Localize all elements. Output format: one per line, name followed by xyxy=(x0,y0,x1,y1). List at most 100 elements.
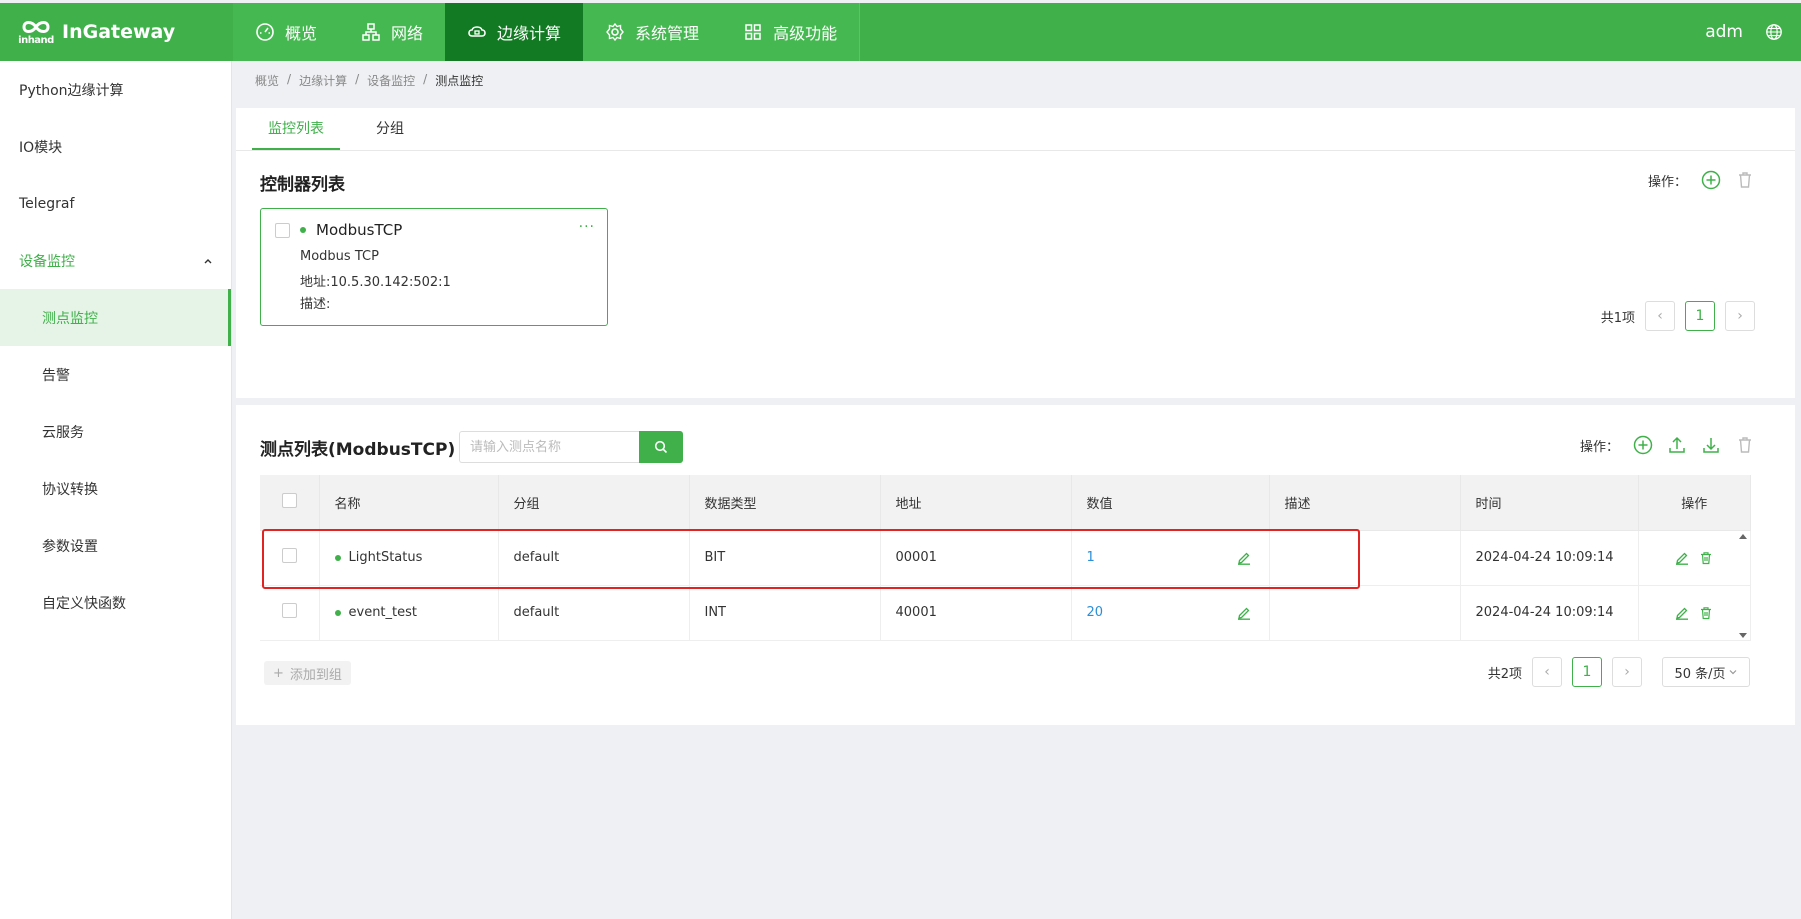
user-menu[interactable]: adm xyxy=(1705,22,1743,42)
sidebar-item-python[interactable]: Python边缘计算 xyxy=(0,61,231,118)
select-all-cell xyxy=(260,475,320,531)
logo-brand: inhand xyxy=(18,35,54,46)
sidebar-item-protocol[interactable]: 协议转换 xyxy=(0,460,231,517)
edit-icon[interactable] xyxy=(1675,606,1689,620)
nav-system-label: 系统管理 xyxy=(635,24,700,43)
tab-group[interactable]: 分组 xyxy=(360,108,420,150)
select-all-checkbox[interactable] xyxy=(281,492,297,508)
col-value: 数值 xyxy=(1071,475,1270,531)
pager-prev-button[interactable]: ‹ xyxy=(1532,657,1562,687)
nav-advanced[interactable]: 高级功能 xyxy=(721,3,859,61)
controller-protocol: Modbus TCP xyxy=(300,249,379,264)
col-name: 名称 xyxy=(319,475,499,531)
points-ops: 操作： xyxy=(1580,435,1755,455)
pager-next-button[interactable]: › xyxy=(1725,301,1755,331)
cell-desc xyxy=(1269,585,1461,641)
nav-network-label: 网络 xyxy=(391,24,424,43)
cell-type: BIT xyxy=(689,530,881,586)
nav-overview-label: 概览 xyxy=(285,24,318,43)
points-title: 测点列表(ModbusTCP) xyxy=(260,440,456,460)
download-icon[interactable] xyxy=(1701,435,1721,455)
delete-icon[interactable] xyxy=(1699,551,1713,565)
add-point-icon[interactable] xyxy=(1633,435,1653,455)
edit-value-icon[interactable] xyxy=(1237,551,1251,565)
cell-address: 00001 xyxy=(880,530,1072,586)
row-select-cell xyxy=(260,585,320,641)
delete-point-icon[interactable] xyxy=(1735,435,1755,455)
row-checkbox[interactable] xyxy=(281,548,297,563)
sidebar-item-quick-func[interactable]: 自定义快函数 xyxy=(0,574,231,631)
logo[interactable]: inhand InGateway xyxy=(0,3,233,61)
upload-icon[interactable] xyxy=(1667,435,1687,455)
nav-system[interactable]: 系统管理 xyxy=(583,3,721,61)
nav-edge-computing[interactable]: 边缘计算 xyxy=(445,3,584,61)
pager-next-button[interactable]: › xyxy=(1612,657,1642,687)
pager-total: 共2项 xyxy=(1487,666,1522,682)
col-address: 地址 xyxy=(880,475,1072,531)
pager-page-button[interactable]: 1 xyxy=(1572,657,1602,687)
controller-card[interactable]: ModbusTCP ··· Modbus TCP 地址:10.5.30.142:… xyxy=(260,208,608,326)
cell-desc xyxy=(1269,530,1461,586)
search-button[interactable] xyxy=(639,431,683,463)
ops-label: 操作： xyxy=(1579,439,1619,455)
points-pager: 共2项 ‹ 1 › 50 条/页 xyxy=(1488,657,1750,687)
breadcrumb-item[interactable]: 边缘计算 xyxy=(299,72,347,89)
sidebar-item-point-monitor[interactable]: 测点监控 xyxy=(0,289,231,346)
cell-group: default xyxy=(498,530,690,586)
pager-page-button[interactable]: 1 xyxy=(1685,301,1715,331)
table-row: LightStatus default BIT 00001 1 2024-04-… xyxy=(260,530,1751,586)
controllers-panel: 监控列表 分组 控制器列表 操作： ModbusTCP ··· Modbus T… xyxy=(236,108,1795,398)
nav-edge-computing-label: 边缘计算 xyxy=(497,24,562,43)
breadcrumb-item[interactable]: 设备监控 xyxy=(367,72,415,89)
cell-name: event_test xyxy=(319,585,499,641)
page-size-select[interactable]: 50 条/页 xyxy=(1662,657,1750,687)
pager-prev-button[interactable]: ‹ xyxy=(1645,301,1675,331)
controller-checkbox[interactable] xyxy=(275,222,290,238)
controllers-pager: 共1项 ‹ 1 › xyxy=(1601,301,1755,331)
edit-icon[interactable] xyxy=(1675,551,1689,565)
col-group: 分组 xyxy=(498,475,690,531)
sidebar-group-device-monitor[interactable]: 设备监控 xyxy=(0,232,231,289)
nav-advanced-label: 高级功能 xyxy=(773,24,838,43)
more-icon[interactable]: ··· xyxy=(579,219,595,235)
row-checkbox[interactable] xyxy=(281,603,297,618)
delete-controller-icon[interactable] xyxy=(1735,170,1755,190)
sidebar-item-params[interactable]: 参数设置 xyxy=(0,517,231,574)
add-to-group-button[interactable]: + 添加到组 xyxy=(264,661,351,685)
points-table: 名称 分组 数据类型 地址 数值 描述 时间 操作 LightStatus de… xyxy=(260,475,1751,641)
nav-overview[interactable]: 概览 xyxy=(233,3,339,61)
top-bar: inhand InGateway 概览 网络 边缘计算 系统管理 高级功能 ad… xyxy=(0,3,1801,61)
breadcrumb-item[interactable]: 概览 xyxy=(255,72,279,89)
row-select-cell xyxy=(260,530,320,586)
table-row: event_test default INT 40001 20 2024-04-… xyxy=(260,585,1751,641)
dashboard-icon xyxy=(256,23,274,41)
controllers-ops: 操作： xyxy=(1648,170,1755,190)
sidebar-item-io[interactable]: IO模块 xyxy=(0,118,231,175)
chevron-up-icon xyxy=(204,258,212,263)
tab-monitor-list[interactable]: 监控列表 xyxy=(252,108,340,150)
cell-ops xyxy=(1638,530,1751,586)
cell-name: LightStatus xyxy=(319,530,499,586)
table-scrollbar[interactable] xyxy=(1737,531,1749,641)
point-value: 20 xyxy=(1086,605,1104,620)
sidebar-item-alarm[interactable]: 告警 xyxy=(0,346,231,403)
points-panel: 测点列表(ModbusTCP) 操作： 名称 分组 数据类型 地址 数值 描述 … xyxy=(236,405,1795,725)
edge-cloud-icon xyxy=(468,26,486,37)
topbar-right: adm xyxy=(1705,22,1801,42)
grid-icon xyxy=(745,24,761,40)
globe-icon[interactable] xyxy=(1765,23,1783,41)
delete-icon[interactable] xyxy=(1699,606,1713,620)
sidebar-item-telegraf[interactable]: Telegraf xyxy=(0,175,231,232)
cell-value: 20 xyxy=(1071,585,1270,641)
tab-bar: 监控列表 分组 xyxy=(236,108,1795,151)
sidebar-item-cloud[interactable]: 云服务 xyxy=(0,403,231,460)
main-nav: 概览 网络 边缘计算 系统管理 高级功能 xyxy=(233,3,861,61)
edit-value-icon[interactable] xyxy=(1237,606,1251,620)
cell-address: 40001 xyxy=(880,585,1072,641)
controllers-title: 控制器列表 xyxy=(260,175,345,195)
point-search-input[interactable] xyxy=(459,431,639,463)
controller-desc: 描述: xyxy=(300,297,331,312)
sidebar: Python边缘计算 IO模块 Telegraf 设备监控 测点监控 告警 云服… xyxy=(0,61,232,919)
add-controller-icon[interactable] xyxy=(1701,170,1721,190)
nav-network[interactable]: 网络 xyxy=(339,3,445,61)
